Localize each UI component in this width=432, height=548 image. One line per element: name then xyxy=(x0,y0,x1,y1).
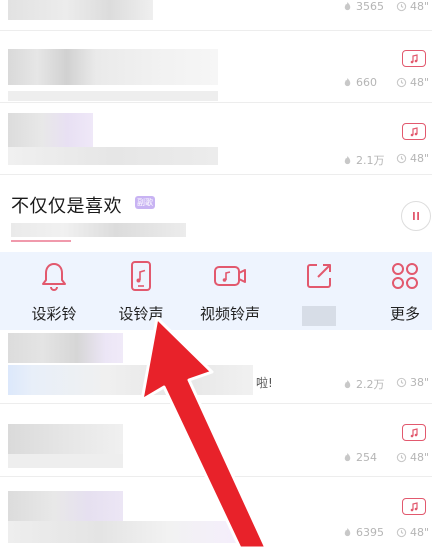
video-badge[interactable] xyxy=(402,50,426,67)
video-badge[interactable] xyxy=(402,424,426,441)
chorus-badge: 副歌 xyxy=(135,196,155,209)
fire-icon xyxy=(344,379,351,388)
pause-icon xyxy=(413,212,419,220)
action-label: 视频铃声 xyxy=(199,305,260,323)
blurred-label xyxy=(302,306,336,326)
like-count: 660 xyxy=(356,76,377,89)
like-count: 6395 xyxy=(356,526,384,539)
blurred-cover xyxy=(8,424,123,454)
action-panel: 设彩铃 设铃声 视频铃声 更多 xyxy=(0,252,432,330)
action-label: 设铃声 xyxy=(118,305,164,323)
share-icon xyxy=(301,258,337,294)
fire-icon xyxy=(344,1,351,11)
duration: 48" xyxy=(410,152,430,165)
fire-icon xyxy=(344,452,351,462)
clock-icon xyxy=(396,527,407,538)
phone-music-icon xyxy=(123,258,159,294)
blurred-cover xyxy=(8,491,123,521)
video-badge[interactable] xyxy=(402,123,426,140)
pause-button[interactable] xyxy=(401,201,431,231)
title-suffix: 啦! xyxy=(256,376,273,390)
like-count: 2.1万 xyxy=(356,154,385,167)
blurred-cover xyxy=(8,333,123,363)
duration: 38" xyxy=(410,376,430,389)
list-item[interactable]: 254 48" xyxy=(0,404,432,474)
music-note-icon xyxy=(410,126,418,136)
blurred-subtitle xyxy=(11,223,186,237)
music-note-icon xyxy=(410,427,418,437)
fire-icon xyxy=(344,77,351,87)
fire-icon xyxy=(344,527,351,537)
clock-icon xyxy=(396,77,407,88)
duration: 48" xyxy=(410,0,430,13)
like-count: 3565 xyxy=(356,0,384,13)
blurred-subtitle xyxy=(8,521,238,543)
bell-icon xyxy=(36,258,72,294)
fire-icon xyxy=(344,155,351,164)
blurred-subtitle xyxy=(8,365,253,395)
duration: 48" xyxy=(410,451,430,464)
blurred-cover xyxy=(8,0,153,20)
music-note-icon xyxy=(410,53,418,63)
list-item[interactable]: 啦! 2.2万 38" xyxy=(0,331,432,401)
clock-icon xyxy=(396,153,407,164)
blurred-cover xyxy=(8,113,93,147)
list-item[interactable]: 3565 48" xyxy=(0,0,432,28)
blurred-cover xyxy=(8,49,218,85)
set-ringtone-button[interactable]: 设铃声 xyxy=(111,252,171,330)
action-label: 更多 xyxy=(389,305,420,323)
clock-icon xyxy=(396,377,407,388)
duration: 48" xyxy=(410,76,430,89)
list-item[interactable]: 660 48" xyxy=(0,31,432,101)
clock-icon xyxy=(396,1,407,12)
duration: 48" xyxy=(410,526,430,539)
blurred-subtitle xyxy=(8,147,218,165)
more-icon xyxy=(387,258,423,294)
video-ringtone-button[interactable]: 视频铃声 xyxy=(193,252,267,330)
action-label: 设彩铃 xyxy=(31,305,77,323)
set-color-ringtone-button[interactable]: 设彩铃 xyxy=(24,252,84,330)
song-title: 不仅仅是喜欢 xyxy=(11,196,122,217)
video-badge[interactable] xyxy=(402,498,426,515)
more-button[interactable]: 更多 xyxy=(382,252,428,330)
share-button[interactable] xyxy=(296,252,342,330)
list-item[interactable]: 6395 48" xyxy=(0,477,432,548)
play-progress xyxy=(11,240,71,242)
list-item[interactable]: 2.1万 48" xyxy=(0,103,432,173)
clock-icon xyxy=(396,452,407,463)
video-ringtone-icon xyxy=(212,258,248,294)
blurred-subtitle xyxy=(8,454,123,468)
blurred-subtitle xyxy=(8,91,218,101)
like-count: 2.2万 xyxy=(356,378,385,391)
music-note-icon xyxy=(410,501,418,511)
like-count: 254 xyxy=(356,451,377,464)
